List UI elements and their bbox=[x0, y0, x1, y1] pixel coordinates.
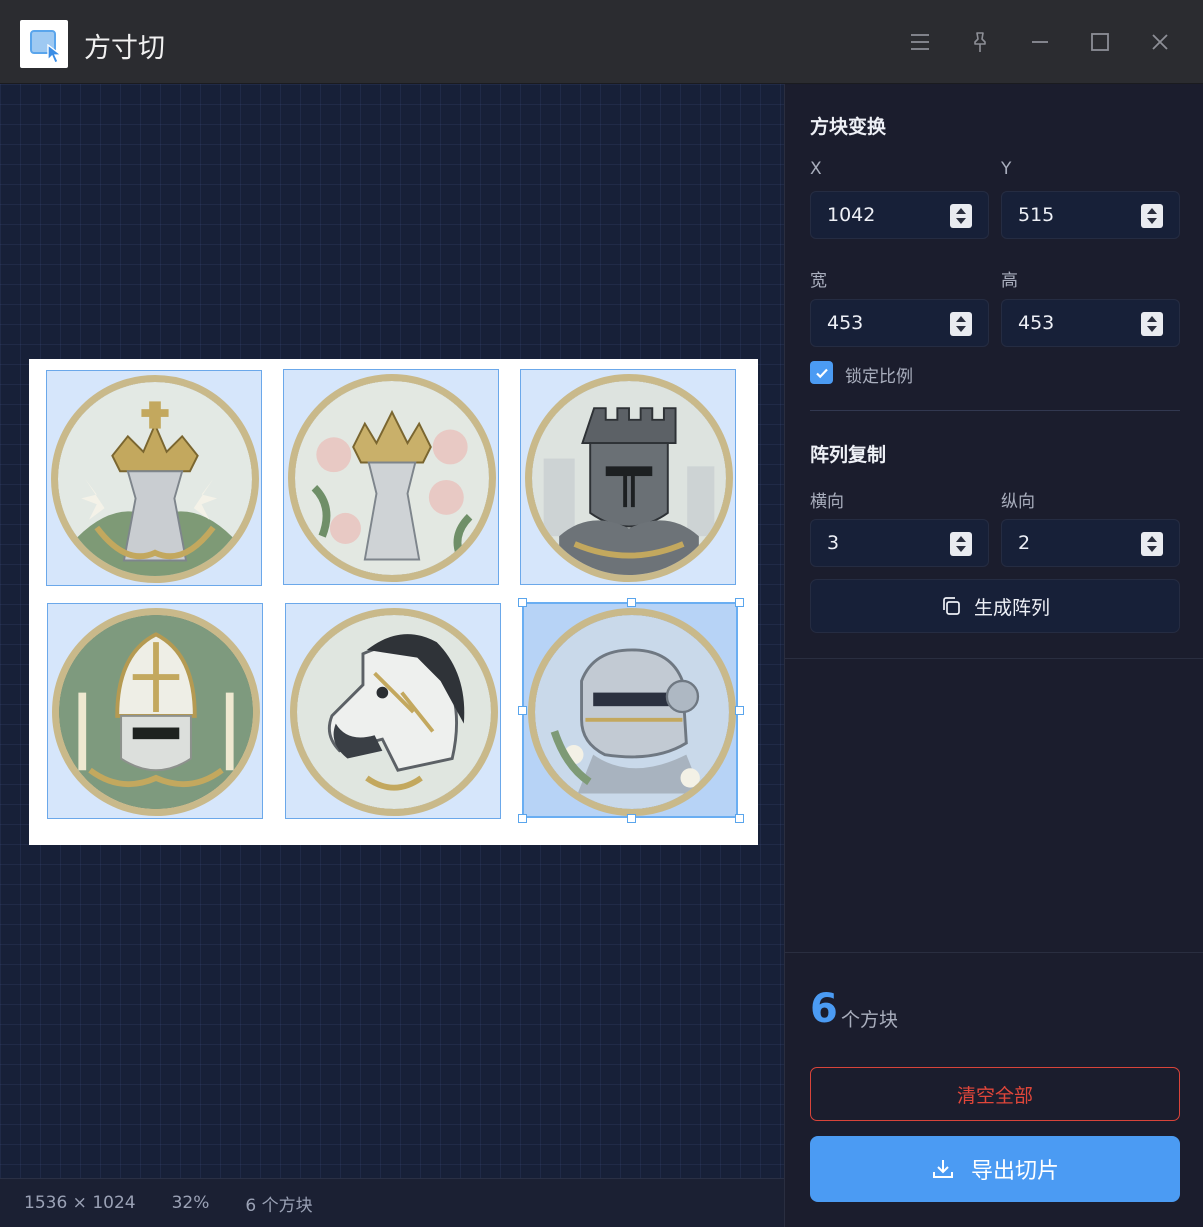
image-sheet[interactable] bbox=[29, 359, 758, 845]
panel-divider bbox=[785, 658, 1203, 659]
width-value: 453 bbox=[827, 312, 864, 334]
transform-section-title: 方块变换 bbox=[810, 116, 887, 138]
chess-rook-icon bbox=[525, 374, 733, 582]
knight-helmet-icon bbox=[528, 608, 736, 816]
x-input[interactable]: 1042 bbox=[810, 191, 989, 239]
status-bar: 1536 × 1024 32% 6 个方块 bbox=[0, 1178, 784, 1227]
export-slices-label: 导出切片 bbox=[970, 1159, 1059, 1184]
tile-queen-crown-roses[interactable] bbox=[283, 369, 499, 585]
width-label: 宽 bbox=[810, 271, 827, 291]
resize-handle-ne[interactable] bbox=[735, 598, 744, 607]
image-dimensions: 1536 × 1024 bbox=[24, 1193, 136, 1213]
horizontal-count-input[interactable]: 3 bbox=[810, 519, 989, 567]
clear-all-label: 清空全部 bbox=[956, 1084, 1033, 1107]
tile-rook-knight-helmet[interactable] bbox=[520, 369, 736, 585]
y-stepper-icon[interactable] bbox=[1141, 204, 1163, 228]
height-value: 453 bbox=[1018, 312, 1055, 334]
y-value: 515 bbox=[1018, 204, 1055, 226]
chess-queen-icon bbox=[288, 374, 496, 582]
close-icon[interactable] bbox=[1142, 24, 1178, 60]
x-value: 1042 bbox=[827, 204, 876, 226]
resize-handle-se[interactable] bbox=[735, 814, 744, 823]
resize-handle-n[interactable] bbox=[627, 598, 636, 607]
tile-count-unit: 个方块 bbox=[841, 1009, 899, 1031]
vertical-label: 纵向 bbox=[1001, 492, 1035, 512]
editor-canvas[interactable] bbox=[0, 84, 784, 1178]
tile-knight-horse[interactable] bbox=[285, 603, 501, 819]
height-input[interactable]: 453 bbox=[1001, 299, 1180, 347]
resize-handle-e[interactable] bbox=[735, 706, 744, 715]
tile-bishop-mitre[interactable] bbox=[47, 603, 263, 819]
tile-pawn-helmet[interactable] bbox=[518, 598, 744, 823]
y-input[interactable]: 515 bbox=[1001, 191, 1180, 239]
zoom-level: 32% bbox=[171, 1193, 210, 1213]
checkmark-icon bbox=[815, 368, 828, 378]
pin-icon[interactable] bbox=[962, 24, 998, 60]
chess-queen-icon bbox=[51, 375, 259, 583]
x-stepper-icon[interactable] bbox=[950, 204, 972, 228]
lock-ratio-label[interactable]: 锁定比例 bbox=[845, 362, 913, 387]
app-logo-icon bbox=[20, 20, 68, 68]
chess-bishop-icon bbox=[52, 608, 260, 816]
download-icon bbox=[932, 1160, 953, 1178]
tile-queen-crown-lilies[interactable] bbox=[46, 370, 262, 586]
generate-array-button[interactable]: 生成阵列 bbox=[810, 579, 1180, 633]
maximize-icon[interactable] bbox=[1082, 24, 1118, 60]
chess-knight-icon bbox=[290, 608, 498, 816]
height-stepper-icon[interactable] bbox=[1141, 312, 1163, 336]
minimize-icon[interactable] bbox=[1022, 24, 1058, 60]
y-label: Y bbox=[1001, 159, 1012, 179]
menu-icon[interactable] bbox=[902, 24, 938, 60]
array-section-title: 阵列复制 bbox=[810, 444, 887, 466]
section-divider bbox=[810, 410, 1180, 411]
panel-divider-bottom bbox=[785, 952, 1203, 953]
width-stepper-icon[interactable] bbox=[950, 312, 972, 336]
properties-panel: 方块变换 X Y 1042 515 宽 高 453 453 锁定比例 阵列复制 … bbox=[784, 84, 1203, 1227]
resize-handle-nw[interactable] bbox=[518, 598, 527, 607]
width-input[interactable]: 453 bbox=[810, 299, 989, 347]
tile-count-number: 6 bbox=[810, 986, 838, 1032]
tile-count-status: 6 个方块 bbox=[245, 1195, 313, 1216]
vertical-stepper-icon[interactable] bbox=[1141, 532, 1163, 556]
x-label: X bbox=[810, 159, 822, 179]
clear-all-button[interactable]: 清空全部 bbox=[810, 1067, 1180, 1121]
resize-handle-s[interactable] bbox=[627, 814, 636, 823]
horizontal-label: 横向 bbox=[810, 492, 844, 512]
resize-handle-w[interactable] bbox=[518, 706, 527, 715]
copy-icon bbox=[943, 597, 960, 615]
vertical-count-value: 2 bbox=[1018, 532, 1031, 554]
title-bar: 方寸切 bbox=[0, 0, 1203, 84]
lock-ratio-checkbox[interactable] bbox=[810, 361, 833, 384]
vertical-count-input[interactable]: 2 bbox=[1001, 519, 1180, 567]
height-label: 高 bbox=[1001, 271, 1018, 291]
resize-handle-sw[interactable] bbox=[518, 814, 527, 823]
generate-array-label: 生成阵列 bbox=[973, 596, 1050, 619]
horizontal-stepper-icon[interactable] bbox=[950, 532, 972, 556]
export-slices-button[interactable]: 导出切片 bbox=[810, 1136, 1180, 1202]
app-title: 方寸切 bbox=[84, 33, 165, 64]
horizontal-count-value: 3 bbox=[827, 532, 840, 554]
